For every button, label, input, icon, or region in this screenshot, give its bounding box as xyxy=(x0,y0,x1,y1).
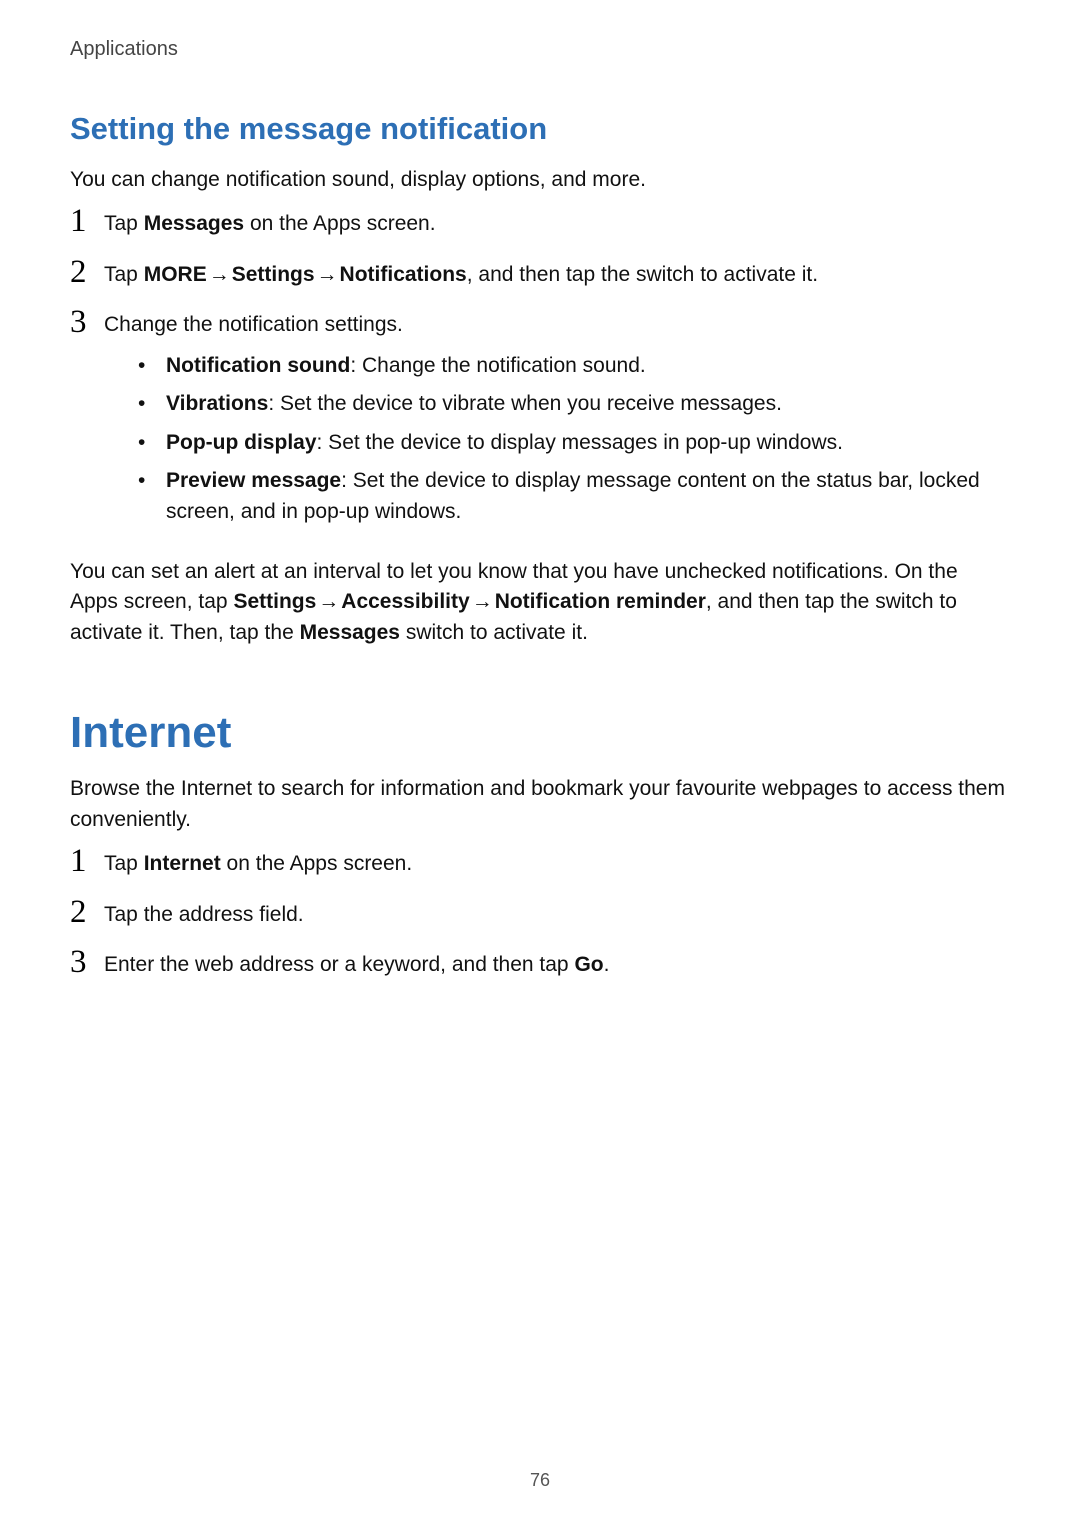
section-intro-internet: Browse the Internet to search for inform… xyxy=(70,774,1010,835)
text: : Change the notification sound. xyxy=(350,354,645,377)
step-number: 2 xyxy=(70,256,104,289)
section-heading-notifications: Setting the message notification xyxy=(70,111,1010,147)
arrow-icon: → xyxy=(207,260,232,290)
bold-text: Preview message xyxy=(166,469,341,492)
bold-text: Internet xyxy=(144,852,221,875)
text: Tap xyxy=(104,263,144,286)
step-number: 2 xyxy=(70,896,104,929)
step-number: 1 xyxy=(70,845,104,878)
bullet-icon: • xyxy=(134,389,166,419)
bold-text: MORE xyxy=(144,263,207,286)
list-item: • Vibrations: Set the device to vibrate … xyxy=(134,389,1010,419)
text: Tap xyxy=(104,212,144,235)
text: on the Apps screen. xyxy=(221,852,412,875)
text: . xyxy=(604,953,610,976)
bold-text: Notifications xyxy=(340,263,467,286)
step-2-notifications: 2 Tap MORE → Settings → Notifications, a… xyxy=(70,260,1010,290)
text: on the Apps screen. xyxy=(244,212,435,235)
text: Change the notification settings. xyxy=(104,313,403,336)
bold-text: Accessibility xyxy=(341,590,469,613)
step-number: 3 xyxy=(70,946,104,979)
page-header: Applications xyxy=(70,38,1010,61)
list-item: • Preview message: Set the device to dis… xyxy=(134,466,1010,527)
step-body: Tap MORE → Settings → Notifications, and… xyxy=(104,260,1010,290)
step-number: 1 xyxy=(70,205,104,238)
bold-text: Pop-up display xyxy=(166,431,317,454)
text: , and then tap the switch to activate it… xyxy=(467,263,818,286)
bold-text: Settings xyxy=(232,263,315,286)
step-body: Change the notification settings. • Noti… xyxy=(104,310,1010,537)
bold-text: Notification reminder xyxy=(495,590,706,613)
step-number: 3 xyxy=(70,306,104,339)
list-item: • Pop-up display: Set the device to disp… xyxy=(134,428,1010,458)
bullet-icon: • xyxy=(134,466,166,527)
bold-text: Notification sound xyxy=(166,354,350,377)
bold-text: Messages xyxy=(300,621,400,644)
section-outro-notifications: You can set an alert at an interval to l… xyxy=(70,557,1010,648)
bullet-icon: • xyxy=(134,351,166,381)
arrow-icon: → xyxy=(316,587,341,617)
step-body: Tap Internet on the Apps screen. xyxy=(104,849,1010,879)
page-number: 76 xyxy=(0,1470,1080,1491)
arrow-icon: → xyxy=(315,260,340,290)
bold-text: Go xyxy=(574,953,603,976)
step-3-internet: 3 Enter the web address or a keyword, an… xyxy=(70,950,1010,980)
step-2-internet: 2 Tap the address field. xyxy=(70,900,1010,930)
section-intro-notifications: You can change notification sound, displ… xyxy=(70,165,1010,195)
bullet-icon: • xyxy=(134,428,166,458)
step-1-internet: 1 Tap Internet on the Apps screen. xyxy=(70,849,1010,879)
step-body: Enter the web address or a keyword, and … xyxy=(104,950,1010,980)
section-heading-internet: Internet xyxy=(70,708,1010,758)
text: Tap xyxy=(104,852,144,875)
list-item: • Notification sound: Change the notific… xyxy=(134,351,1010,381)
text: switch to activate it. xyxy=(400,621,588,644)
step-body: Tap Messages on the Apps screen. xyxy=(104,209,1010,239)
step-3-notifications: 3 Change the notification settings. • No… xyxy=(70,310,1010,537)
step-1-notifications: 1 Tap Messages on the Apps screen. xyxy=(70,209,1010,239)
arrow-icon: → xyxy=(470,587,495,617)
bullet-list: • Notification sound: Change the notific… xyxy=(134,351,1010,527)
step-body: Tap the address field. xyxy=(104,900,1010,930)
bold-text: Messages xyxy=(144,212,244,235)
bold-text: Vibrations xyxy=(166,392,268,415)
text: : Set the device to vibrate when you rec… xyxy=(268,392,782,415)
text: : Set the device to display messages in … xyxy=(317,431,843,454)
bold-text: Settings xyxy=(233,590,316,613)
text: Enter the web address or a keyword, and … xyxy=(104,953,574,976)
